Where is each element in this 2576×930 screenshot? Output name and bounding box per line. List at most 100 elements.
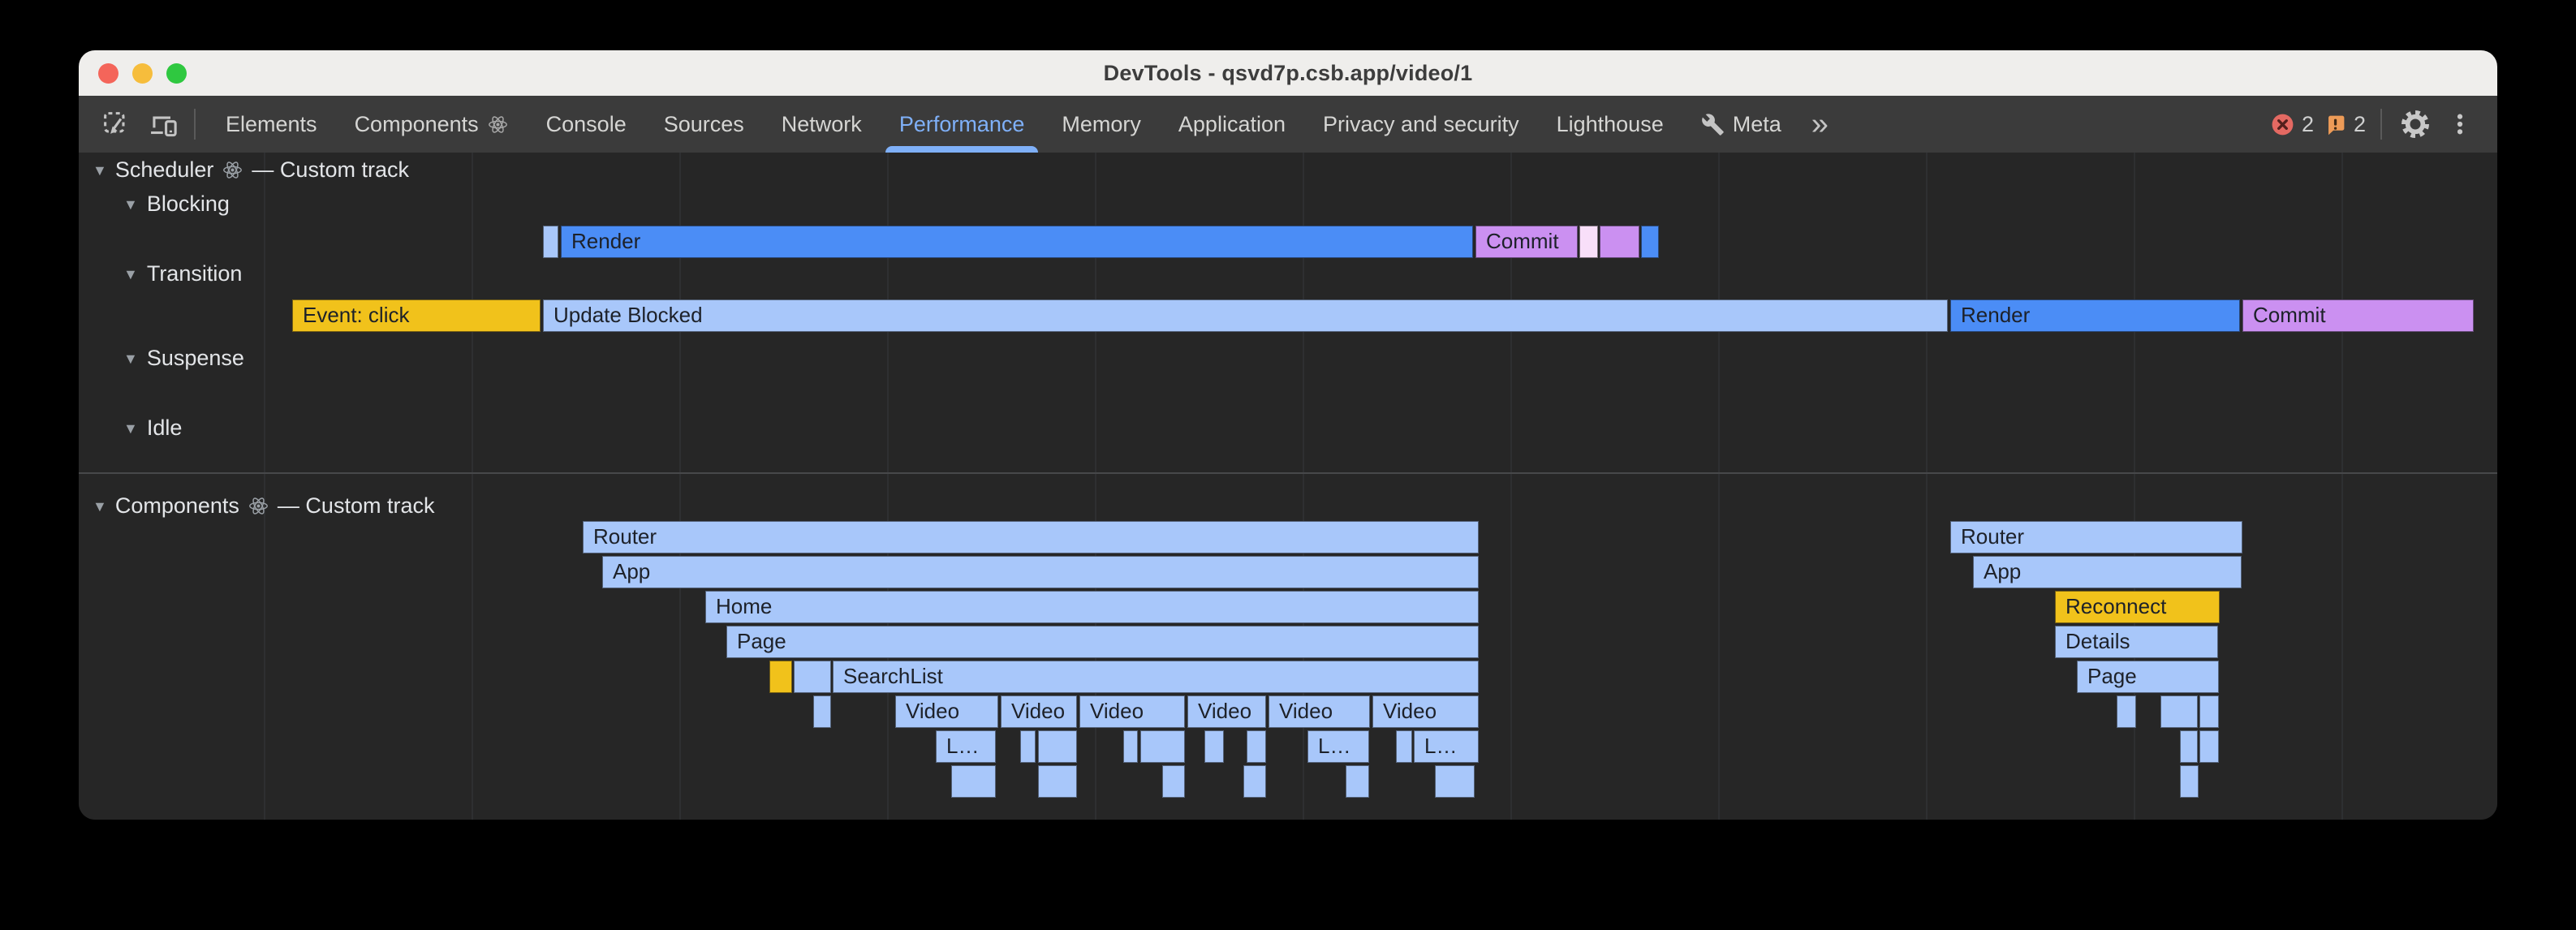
flame-bar[interactable] [1641, 226, 1659, 258]
flame-bar[interactable] [1140, 730, 1185, 763]
collapse-triangle-icon[interactable]: ▼ [123, 196, 138, 213]
flame-bar-video[interactable]: Video [895, 695, 998, 728]
warning-badge[interactable] [2324, 113, 2347, 136]
tab-components[interactable]: Components [336, 96, 528, 153]
lane-label-blocking[interactable]: ▼ Blocking [123, 192, 230, 217]
flame-bar-video[interactable]: Video [1187, 695, 1266, 728]
tab-performance[interactable]: Performance [881, 96, 1044, 153]
flame-bar-l-[interactable]: L… [1414, 730, 1479, 763]
lane-name: Blocking [147, 192, 230, 217]
device-toolbar-icon[interactable] [142, 102, 184, 146]
tab-sources[interactable]: Sources [645, 96, 763, 153]
lane-name: Suspense [147, 346, 244, 371]
flame-bar-commit[interactable]: Commit [1475, 226, 1578, 258]
track-separator [79, 472, 2497, 474]
flame-bar-render[interactable]: Render [561, 226, 1473, 258]
flame-bar[interactable] [1038, 765, 1077, 798]
tab-network[interactable]: Network [763, 96, 881, 153]
flame-bar-update-blocked[interactable]: Update Blocked [543, 299, 1948, 332]
flame-bar-l-[interactable]: L… [1307, 730, 1369, 763]
flame-bar-app[interactable]: App [1973, 556, 2242, 588]
tab-elements[interactable]: Elements [207, 96, 336, 153]
collapse-triangle-icon[interactable]: ▼ [93, 162, 107, 179]
collapse-triangle-icon[interactable]: ▼ [123, 420, 138, 437]
flame-bar-router[interactable]: Router [583, 521, 1479, 553]
flame-bar[interactable] [1038, 730, 1077, 763]
tab-console[interactable]: Console [528, 96, 645, 153]
flame-bar[interactable] [1346, 765, 1369, 798]
flame-bar[interactable] [543, 226, 558, 258]
flame-bar-video[interactable]: Video [1079, 695, 1185, 728]
flame-bar[interactable] [1579, 226, 1598, 258]
flame-bar[interactable] [813, 695, 831, 728]
track-header-scheduler[interactable]: ▼Scheduler — Custom track [93, 157, 409, 183]
flame-bar-reconnect[interactable]: Reconnect [2055, 591, 2220, 623]
flame-bar[interactable] [2117, 695, 2136, 728]
flame-bar-page[interactable]: Page [726, 626, 1479, 658]
flame-bar[interactable] [1123, 730, 1138, 763]
flame-bar-searchlist[interactable]: SearchList [833, 661, 1479, 693]
tab-label: Performance [899, 112, 1025, 137]
collapse-triangle-icon[interactable]: ▼ [123, 351, 138, 368]
flame-bar-render[interactable]: Render [1950, 299, 2240, 332]
flame-bar[interactable] [1600, 226, 1639, 258]
flame-bar-details[interactable]: Details [2055, 626, 2218, 658]
tab-application[interactable]: Application [1160, 96, 1304, 153]
wrench-icon [1701, 113, 1725, 136]
flame-bar[interactable] [1247, 730, 1266, 763]
flame-bar-l-[interactable]: L… [936, 730, 996, 763]
flame-bar-page[interactable]: Page [2077, 661, 2219, 693]
tab-memory[interactable]: Memory [1043, 96, 1160, 153]
zoom-traffic-light[interactable] [166, 63, 187, 84]
titlebar: DevTools - qsvd7p.csb.app/video/1 [79, 50, 2497, 96]
flame-bar[interactable] [1243, 765, 1266, 798]
flame-bar[interactable] [2180, 765, 2199, 798]
track-name: Components [115, 493, 239, 519]
settings-gear-icon[interactable] [2397, 102, 2434, 146]
flame-bar-app[interactable]: App [602, 556, 1479, 588]
lane-label-suspense[interactable]: ▼ Suspense [123, 346, 244, 371]
flame-bar-video[interactable]: Video [1001, 695, 1077, 728]
traffic-lights [98, 50, 187, 96]
track-header-components[interactable]: ▼Components — Custom track [93, 493, 434, 519]
tab-meta[interactable]: Meta [1682, 96, 1800, 153]
flame-bar-event-click[interactable]: Event: click [292, 299, 541, 332]
toolbar-right-icons: 2 2 [2270, 96, 2476, 153]
warning-count: 2 [2354, 112, 2366, 137]
flame-bar-home[interactable]: Home [705, 591, 1479, 623]
window-title: DevTools - qsvd7p.csb.app/video/1 [1104, 61, 1473, 86]
lane-label-idle[interactable]: ▼Idle [123, 415, 182, 441]
flame-bar-video[interactable]: Video [1372, 695, 1479, 728]
flame-bar[interactable] [1396, 730, 1412, 763]
track-suffix: — Custom track [252, 157, 409, 183]
more-tabs-chevron-icon[interactable]: » [1800, 96, 1840, 153]
flame-bar-video[interactable]: Video [1269, 695, 1370, 728]
toolbar-left-icons [79, 96, 207, 153]
inspect-icon[interactable] [95, 102, 137, 146]
tab-privacy-and-security[interactable]: Privacy and security [1304, 96, 1538, 153]
close-traffic-light[interactable] [98, 63, 118, 84]
toolbar-divider [2380, 109, 2382, 140]
gridline [1926, 153, 1928, 820]
flame-bar[interactable] [951, 765, 996, 798]
flame-bar-commit[interactable]: Commit [2242, 299, 2474, 332]
flame-bar[interactable] [1435, 765, 1475, 798]
flame-bar[interactable] [1204, 730, 1224, 763]
flame-bar[interactable] [794, 661, 831, 693]
error-badge[interactable] [2270, 112, 2295, 137]
flame-bar-router[interactable]: Router [1950, 521, 2242, 553]
collapse-triangle-icon[interactable]: ▼ [93, 498, 107, 515]
lane-label-transition[interactable]: ▼Transition [123, 261, 242, 286]
flame-bar[interactable] [2199, 695, 2219, 728]
collapse-triangle-icon[interactable]: ▼ [123, 266, 138, 283]
flame-bar[interactable] [1162, 765, 1185, 798]
kebab-menu-icon[interactable] [2444, 102, 2476, 146]
tab-lighthouse[interactable]: Lighthouse [1538, 96, 1682, 153]
flame-bar[interactable] [2180, 730, 2198, 763]
panel-tabs: ElementsComponents ConsoleSourcesNetwork… [207, 96, 1840, 153]
flame-bar[interactable] [769, 661, 792, 693]
minimize-traffic-light[interactable] [132, 63, 153, 84]
flame-bar[interactable] [2199, 730, 2219, 763]
flame-bar[interactable] [2160, 695, 2198, 728]
flame-bar[interactable] [1020, 730, 1036, 763]
